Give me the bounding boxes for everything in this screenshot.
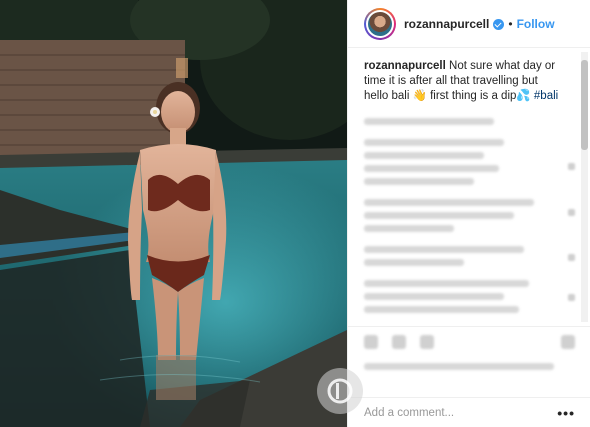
blurred-like-icon [568, 209, 575, 216]
post-side-panel: rozannapurcell • Follow rozannapurcell N… [347, 0, 590, 427]
blurred-like-icon [568, 163, 575, 170]
blurred-like-icon [568, 294, 575, 301]
bookmark-icon[interactable] [561, 335, 575, 349]
avatar-border [366, 9, 394, 38]
blurred-comment [364, 280, 575, 313]
caption-username[interactable]: rozannapurcell [364, 60, 446, 72]
blurred-comment-line [364, 165, 499, 172]
blurred-comment-line [364, 246, 524, 253]
verified-badge-icon [493, 19, 505, 30]
blurred-comment-line [364, 293, 504, 300]
blurred-comment-line [364, 259, 464, 266]
share-icon[interactable] [420, 335, 434, 349]
post-actions [348, 326, 590, 396]
add-comment-bar: ••• [348, 397, 590, 427]
add-comment-input[interactable] [364, 406, 558, 419]
blurred-comment-line [364, 178, 474, 185]
blurred-comment-line [364, 152, 484, 159]
blurred-comment-line [364, 306, 519, 313]
blurred-comment-line [364, 199, 534, 206]
comment-icon[interactable] [392, 335, 406, 349]
action-icon-row [364, 335, 575, 349]
blurred-like-icon [568, 254, 575, 261]
comments-list[interactable]: rozannapurcell Not sure what day or time… [348, 49, 590, 349]
avatar-image [368, 11, 392, 36]
more-options-icon[interactable]: ••• [557, 405, 575, 421]
blurred-comment-line [364, 225, 454, 232]
photo-illustration [0, 0, 347, 427]
post-header: rozannapurcell • Follow [348, 0, 590, 48]
blurred-comment [364, 139, 575, 185]
blurred-comment-line [364, 118, 494, 125]
blurred-comment-line [364, 212, 514, 219]
avatar[interactable] [364, 7, 396, 40]
blurred-comment-line [364, 139, 504, 146]
post-caption: rozannapurcell Not sure what day or time… [364, 59, 575, 104]
watermark-logo [317, 368, 363, 414]
blurred-comment [364, 246, 575, 266]
comments-scrollbar-thumb[interactable] [581, 60, 588, 150]
blurred-comment-line [364, 280, 529, 287]
header-username[interactable]: rozannapurcell [404, 17, 489, 31]
header-separator: • [508, 16, 513, 31]
post-photo [0, 0, 347, 427]
caption-hashtag[interactable]: #bali [534, 90, 558, 102]
blurred-likes-line [364, 363, 554, 370]
like-icon[interactable] [364, 335, 378, 349]
follow-button[interactable]: Follow [517, 17, 555, 31]
blurred-comment [364, 199, 575, 232]
watermark-glyph [327, 378, 353, 404]
